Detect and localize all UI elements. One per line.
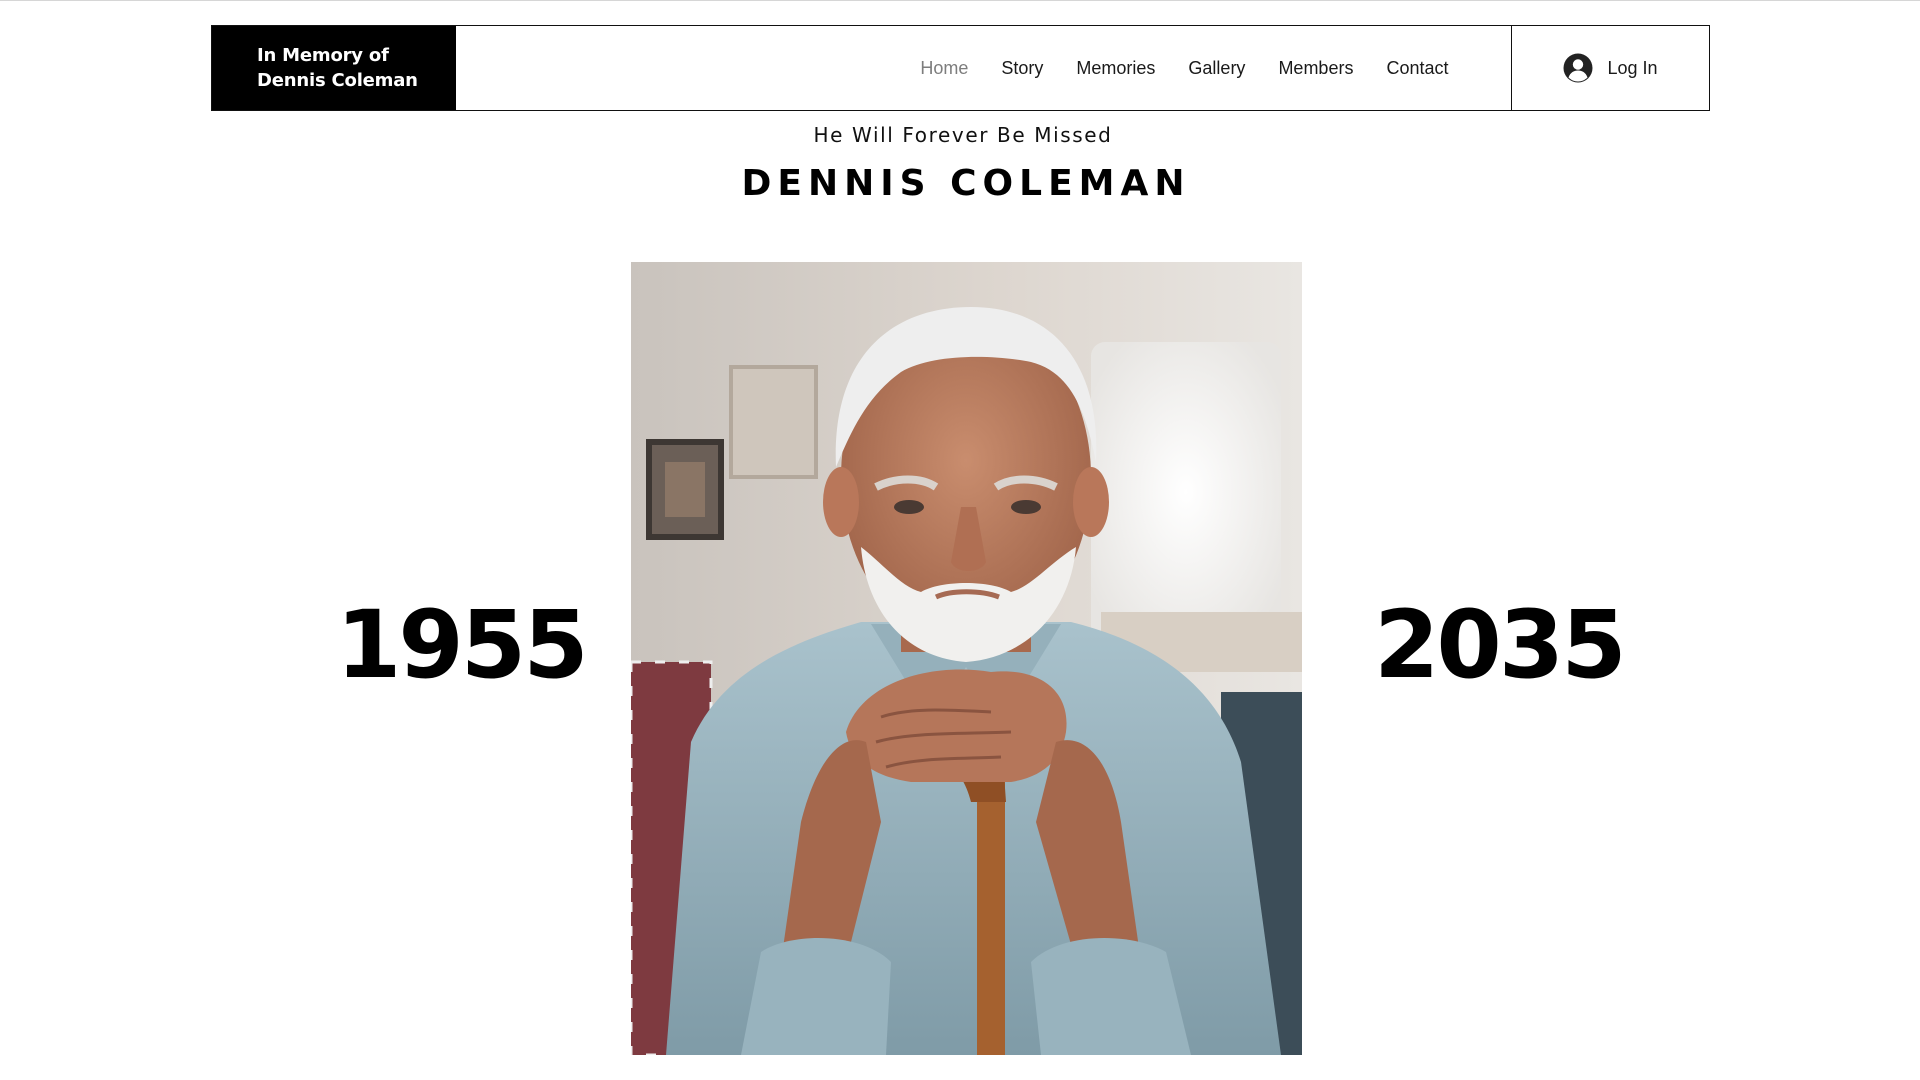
death-year: 2035 (1374, 591, 1627, 700)
brand-line-2: Dennis Coleman (257, 70, 418, 91)
birth-year: 1955 (336, 591, 589, 700)
page: In Memory of Dennis Coleman Home Story M… (0, 0, 1920, 1080)
login-button[interactable]: Log In (1511, 26, 1709, 110)
login-label: Log In (1607, 57, 1658, 78)
site-header: In Memory of Dennis Coleman Home Story M… (211, 25, 1710, 111)
nav-item-memories[interactable]: Memories (1060, 58, 1172, 79)
nav-item-gallery[interactable]: Gallery (1172, 58, 1262, 79)
site-logo[interactable]: In Memory of Dennis Coleman (212, 26, 456, 110)
nav-item-home[interactable]: Home (904, 58, 985, 79)
memorial-name-heading: DENNIS COLEMAN (741, 163, 1191, 204)
user-avatar-icon (1563, 53, 1593, 83)
nav-item-story[interactable]: Story (985, 58, 1060, 79)
nav-item-contact[interactable]: Contact (1370, 58, 1465, 79)
portrait-photo (631, 262, 1302, 1055)
brand-line-1: In Memory of (257, 45, 389, 66)
tagline: He Will Forever Be Missed (813, 123, 1113, 147)
nav-item-members[interactable]: Members (1262, 58, 1370, 79)
main-nav: Home Story Memories Gallery Members Cont… (456, 26, 1511, 110)
